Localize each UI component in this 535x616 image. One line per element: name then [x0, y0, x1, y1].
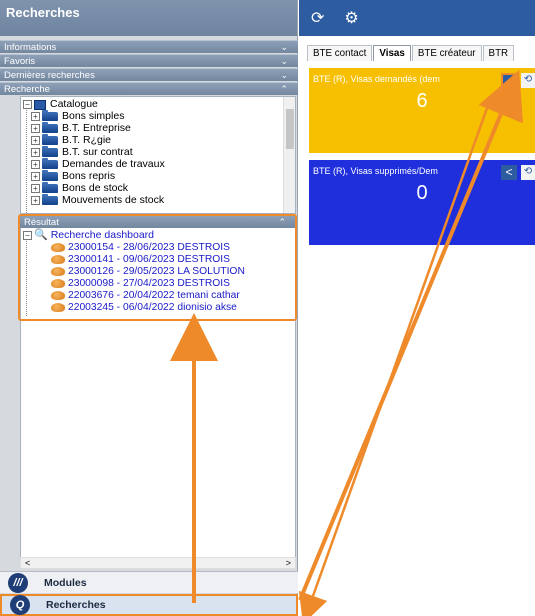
tab-btr[interactable]: BTR — [482, 45, 515, 61]
recherches-button[interactable]: Q Recherches — [0, 594, 298, 616]
tree-item[interactable]: + Bons simples — [31, 110, 125, 122]
tile-visas-supprimes[interactable]: BTE (R), Visas supprimés/Dem < ⟲ 0 — [309, 160, 535, 245]
expand-icon[interactable]: + — [31, 136, 40, 145]
scrollbar-thumb[interactable] — [286, 109, 294, 149]
tree-item[interactable]: + Bons repris — [31, 170, 116, 182]
scroll-right-icon[interactable]: > — [286, 558, 291, 568]
left-panel: Recherches Informations ⌄ Favoris ⌄ Dern… — [0, 0, 298, 616]
tree-item-label: B.T. Entreprise — [62, 122, 131, 134]
tree-item-label: Bons repris — [62, 170, 116, 182]
section-dernieres[interactable]: Dernières recherches ⌄ — [0, 68, 298, 81]
catalogue-tree: − Catalogue + Bons simples + B.T. Entrepri… — [20, 96, 296, 214]
tree-item-label: Bons de stock — [62, 182, 128, 194]
tree-item-label: Bons simples — [62, 110, 125, 122]
tree-scrollbar[interactable] — [283, 97, 295, 213]
chevron-down-icon[interactable]: ⌄ — [280, 42, 294, 53]
tree-item[interactable]: + B.T. R¿gie — [31, 134, 112, 146]
expand-icon[interactable]: + — [31, 184, 40, 193]
tree-root-label: Catalogue — [50, 98, 98, 110]
tab-bar: BTE contact Visas BTE créateur BTR — [307, 45, 515, 61]
folder-icon — [42, 182, 58, 193]
tab-bte-contact[interactable]: BTE contact — [307, 45, 373, 61]
action-icon[interactable]: ⟲ — [521, 165, 535, 180]
chevron-up-icon[interactable]: ⌃ — [280, 84, 294, 95]
horizontal-scrollbar[interactable]: < > — [20, 557, 296, 569]
folder-icon — [42, 194, 58, 205]
catalogue-icon — [34, 99, 46, 110]
modules-label: Modules — [44, 576, 87, 589]
tree-item-label: B.T. R¿gie — [62, 134, 112, 146]
tab-visas[interactable]: Visas — [373, 45, 411, 61]
tree-item-label: Demandes de travaux — [62, 158, 165, 170]
expand-icon[interactable]: + — [31, 172, 40, 181]
modules-button[interactable]: /// Modules — [0, 571, 298, 593]
tile-visas-demandes[interactable]: BTE (R), Visas demandés (dem < ⟲ 6 — [309, 68, 535, 153]
tree-item[interactable]: + Demandes de travaux — [31, 158, 165, 170]
folder-icon — [42, 134, 58, 145]
right-panel: ⟳ ⚙ BTE contact Visas BTE créateur BTR B… — [299, 0, 535, 616]
modules-icon: /// — [8, 572, 28, 593]
expand-icon[interactable]: + — [31, 112, 40, 121]
tree-item[interactable]: + Mouvements de stock — [31, 194, 165, 206]
result-highlight — [18, 214, 297, 321]
section-recherche[interactable]: Recherche ⌃ — [0, 82, 298, 95]
search-icon: Q — [10, 595, 30, 615]
expand-icon[interactable]: + — [31, 196, 40, 205]
scroll-left-icon[interactable]: < — [25, 558, 30, 568]
folder-icon — [42, 158, 58, 169]
tree-item-label: B.T. sur contrat — [62, 146, 133, 158]
gear-icon[interactable]: ⚙ — [344, 8, 358, 28]
chevron-down-icon[interactable]: ⌄ — [280, 70, 294, 81]
tile-value: 6 — [416, 90, 428, 112]
folder-icon — [42, 122, 58, 133]
folder-icon — [42, 170, 58, 181]
section-favoris-label: Favoris — [4, 55, 36, 67]
section-favoris[interactable]: Favoris ⌄ — [0, 54, 298, 67]
chevron-down-icon[interactable]: ⌄ — [280, 56, 294, 67]
top-toolbar: ⟳ ⚙ — [299, 0, 535, 36]
tree-item[interactable]: + B.T. sur contrat — [31, 146, 133, 158]
section-informations[interactable]: Informations ⌄ — [0, 40, 298, 53]
folder-icon — [42, 110, 58, 121]
folder-icon — [42, 146, 58, 157]
tile-value: 0 — [416, 182, 428, 204]
action-icon[interactable]: ⟲ — [521, 73, 535, 88]
section-informations-label: Informations — [4, 41, 57, 53]
tree-item[interactable]: + B.T. Entreprise — [31, 122, 131, 134]
tree-item[interactable]: + Bons de stock — [31, 182, 128, 194]
tab-bte-createur[interactable]: BTE créateur — [411, 45, 482, 61]
tree-item-label: Mouvements de stock — [62, 194, 165, 206]
expand-icon[interactable]: + — [31, 160, 40, 169]
section-recherche-label: Recherche — [4, 83, 50, 95]
refresh-icon[interactable]: ⟳ — [311, 8, 324, 28]
collapse-icon[interactable]: − — [23, 100, 32, 109]
chevron-left-icon[interactable]: < — [501, 165, 517, 180]
tree-root-catalogue[interactable]: − Catalogue — [23, 99, 98, 110]
recherches-label: Recherches — [46, 599, 106, 611]
expand-icon[interactable]: + — [31, 124, 40, 133]
section-dernieres-label: Dernières recherches — [4, 69, 95, 81]
chevron-left-icon[interactable]: < — [501, 73, 517, 89]
expand-icon[interactable]: + — [31, 148, 40, 157]
panel-title: Recherches — [0, 0, 297, 36]
